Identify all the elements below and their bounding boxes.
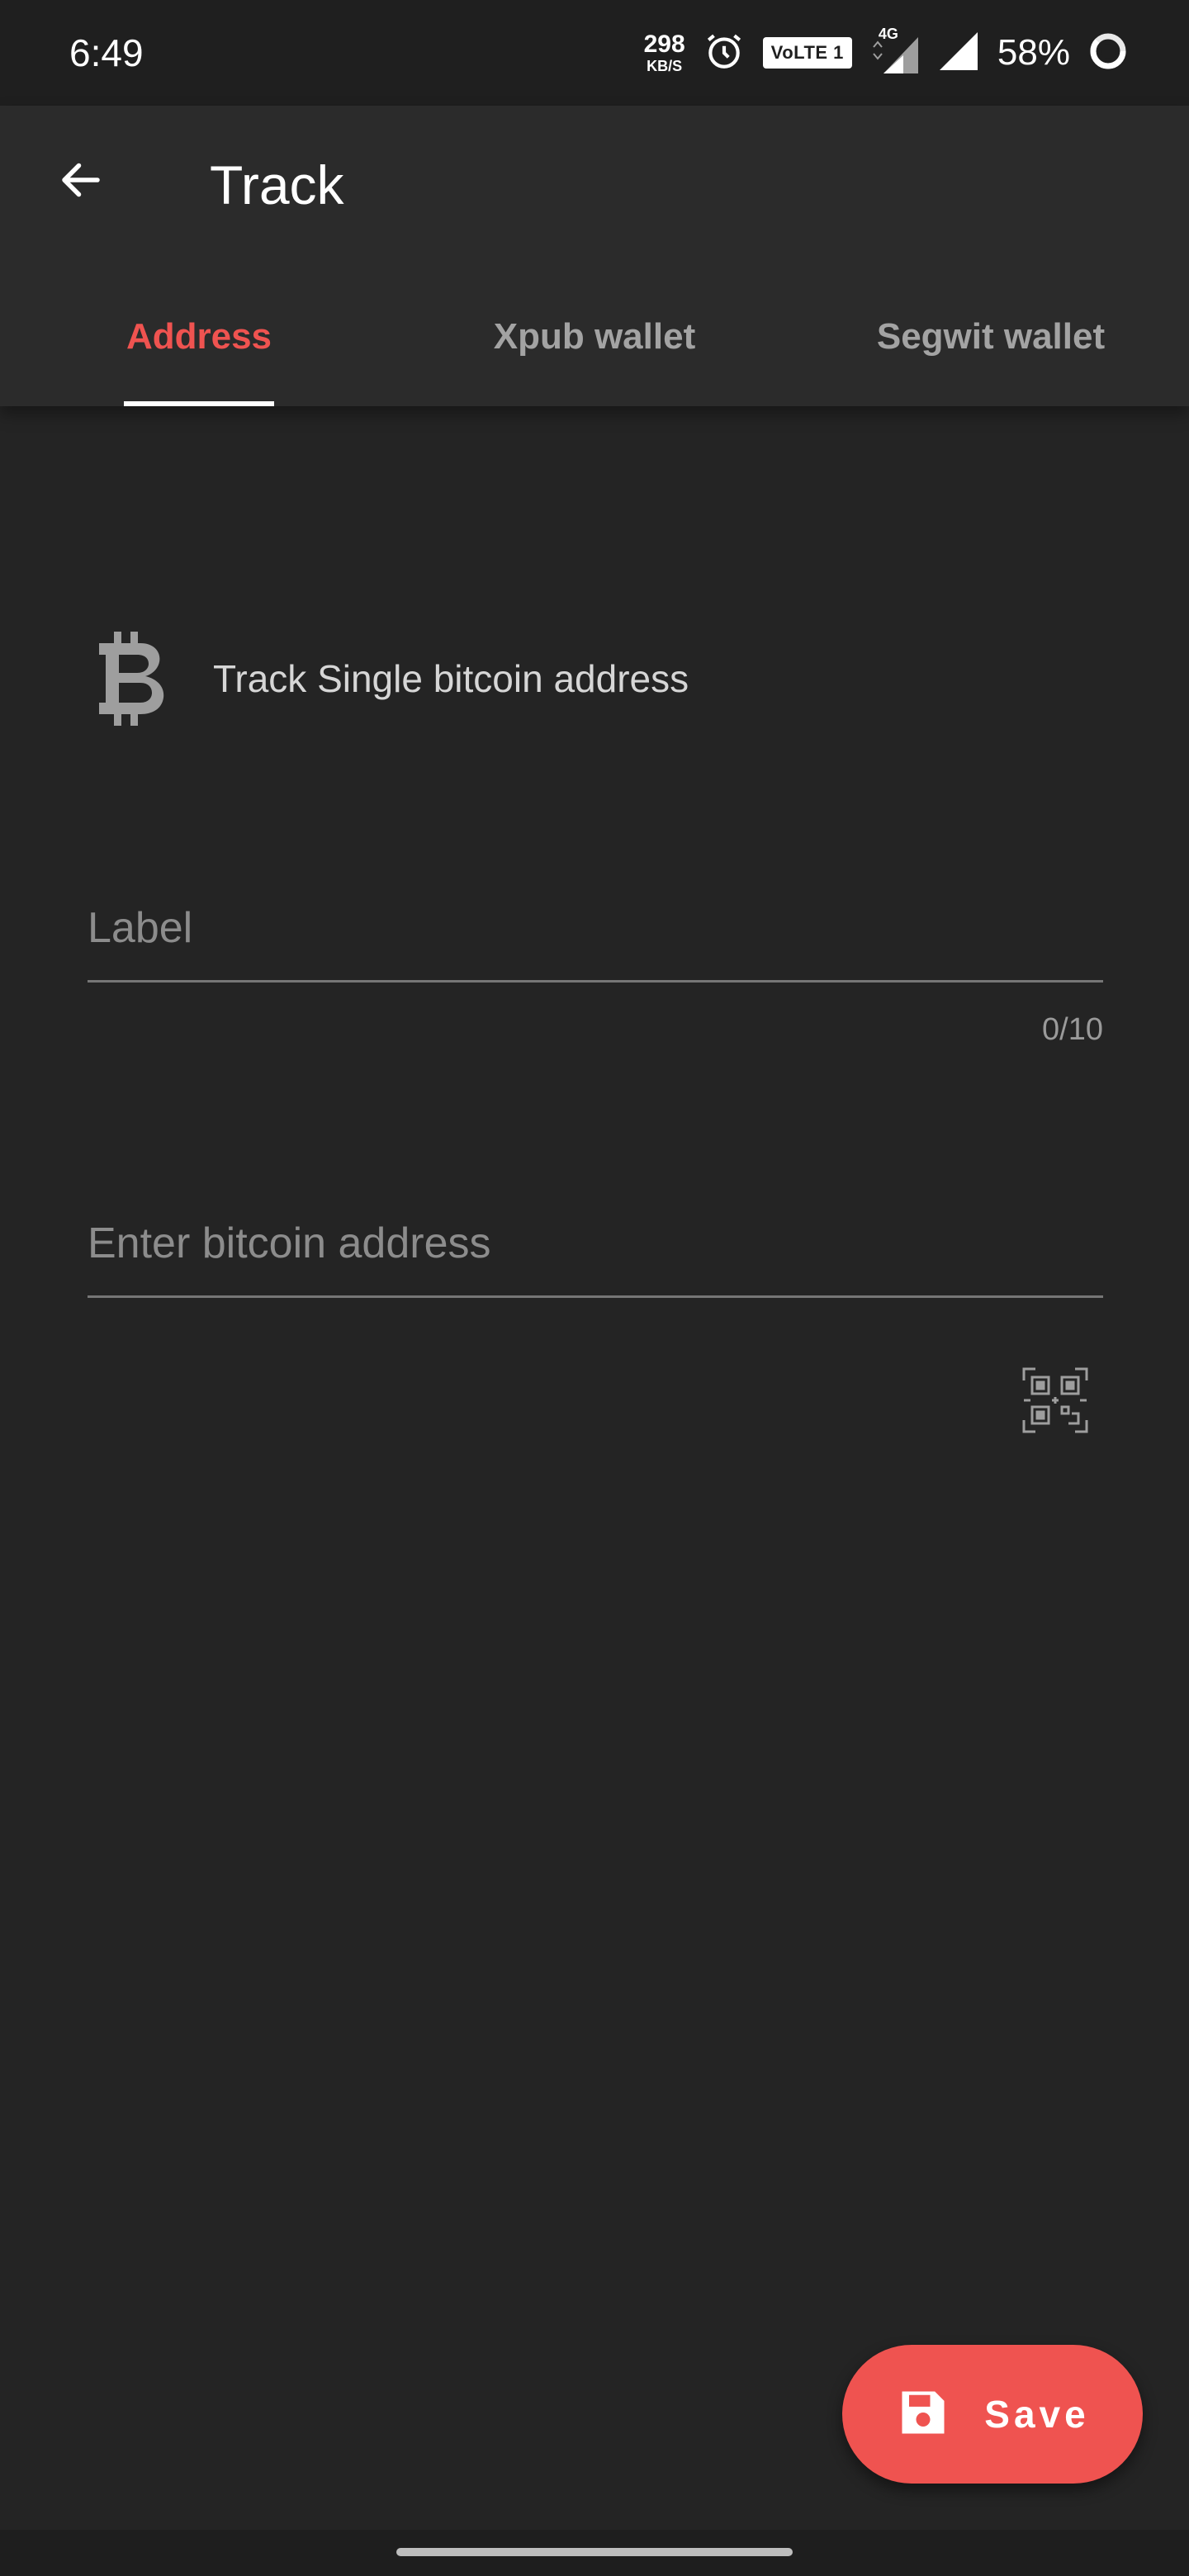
app-bar: Track Address Xpub wallet Segwit wallet [0,106,1189,406]
tab-xpub-wallet[interactable]: Xpub wallet [462,268,727,406]
qr-code-scan-icon [1022,1367,1088,1437]
network-speed-unit: KB/S [647,58,683,74]
arrow-back-icon [56,155,106,209]
tab-address[interactable]: Address [74,268,324,406]
save-icon [895,2384,951,2445]
bitcoin-icon [88,627,177,730]
bitcoin-address-input[interactable] [88,1191,1103,1298]
signal-4g-icon: 4G [870,26,920,75]
network-speed-value: 298 [643,31,685,58]
battery-icon [1088,31,1128,75]
back-button[interactable] [41,142,121,221]
save-button[interactable]: Save [842,2345,1143,2484]
signal-icon [938,31,979,76]
intro-row: Track Single bitcoin address [88,627,689,730]
tab-indicator [124,401,274,406]
status-time: 6:49 [69,31,144,74]
save-button-label: Save [984,2393,1090,2436]
character-counter: 0/10 [1042,1012,1103,1047]
status-bar: 6:49 298 KB/S VoLTE 1 4G 58% [0,0,1189,106]
battery-percent: 58% [997,32,1070,73]
label-field: 0/10 [88,875,1103,1047]
network-speed: 298 KB/S [643,31,685,74]
intro-text: Track Single bitcoin address [213,657,689,700]
status-icons: 298 KB/S VoLTE 1 4G 58% [644,25,1128,81]
alarm-icon [703,31,745,76]
home-gesture-bar[interactable] [396,2548,793,2556]
scan-qr-button[interactable] [1017,1364,1093,1440]
tab-bar: Address Xpub wallet Segwit wallet [0,268,1189,406]
address-field [88,1191,1103,1298]
label-input[interactable] [88,875,1103,983]
volte-badge: VoLTE 1 [762,37,852,69]
tab-segwit-wallet[interactable]: Segwit wallet [859,268,1123,406]
page-title: Track [210,154,344,215]
